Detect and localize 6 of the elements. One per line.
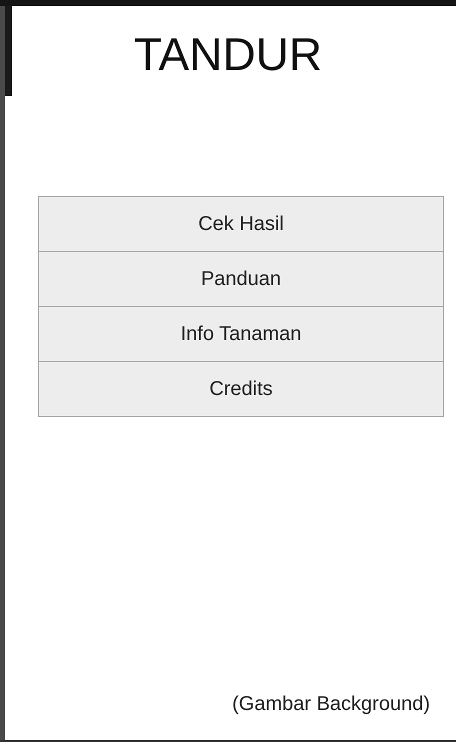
app-title: TANDUR bbox=[132, 27, 324, 82]
background-note: (Gambar Background) bbox=[231, 693, 430, 716]
menu-button[interactable]: Info Tanaman bbox=[39, 307, 443, 362]
menu-button[interactable]: Cek Hasil bbox=[39, 197, 443, 252]
menu-button[interactable]: Panduan bbox=[39, 252, 443, 307]
menu-button[interactable]: Credits bbox=[39, 362, 443, 416]
